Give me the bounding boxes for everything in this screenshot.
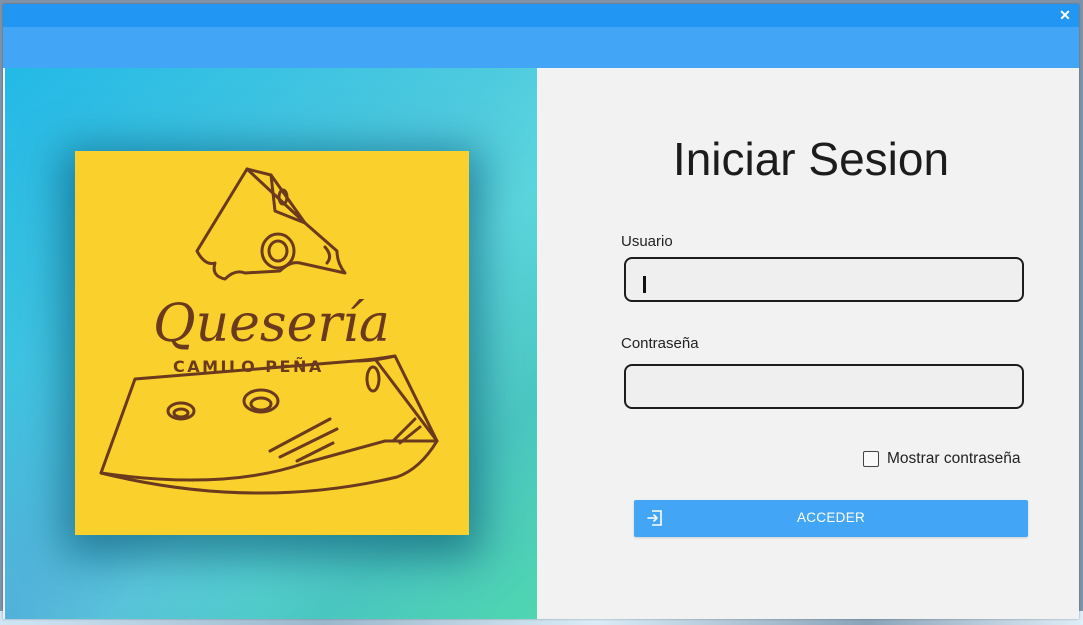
- text-caret: [643, 276, 646, 293]
- login-button-label: ACCEDER: [796, 510, 866, 525]
- title-bar: ✕: [3, 4, 1079, 27]
- brand-logo: Quesería CAMILO PEÑA: [75, 151, 469, 535]
- cheese-logo-art: Quesería CAMILO PEÑA: [99, 167, 439, 495]
- show-password-toggle[interactable]: Mostrar contraseña: [863, 448, 1021, 470]
- login-button[interactable]: ACCEDER: [634, 500, 1028, 537]
- header-bar: [3, 27, 1079, 68]
- show-password-checkbox[interactable]: [863, 451, 879, 467]
- username-input[interactable]: [626, 259, 1022, 300]
- brand-script-text: Quesería: [153, 294, 390, 354]
- password-label: Contraseña: [621, 335, 699, 352]
- page-title: Iniciar Sesion: [672, 133, 950, 185]
- password-field-box: [624, 364, 1024, 409]
- login-form-panel: Iniciar Sesion Usuario Contraseña Mostra…: [537, 68, 1079, 619]
- show-password-label: Mostrar contraseña: [887, 450, 1021, 467]
- brand-subtitle-text: CAMILO PEÑA: [173, 357, 324, 376]
- close-icon: ✕: [1059, 7, 1071, 23]
- password-input[interactable]: [626, 366, 1022, 407]
- username-label: Usuario: [621, 233, 673, 250]
- brand-panel: Quesería CAMILO PEÑA: [5, 68, 537, 619]
- login-window: ✕ Quesería CAMILO PEÑA Iniciar Sesion Us…: [3, 4, 1079, 619]
- close-window-button[interactable]: ✕: [1057, 7, 1073, 23]
- username-field-box: [624, 257, 1024, 302]
